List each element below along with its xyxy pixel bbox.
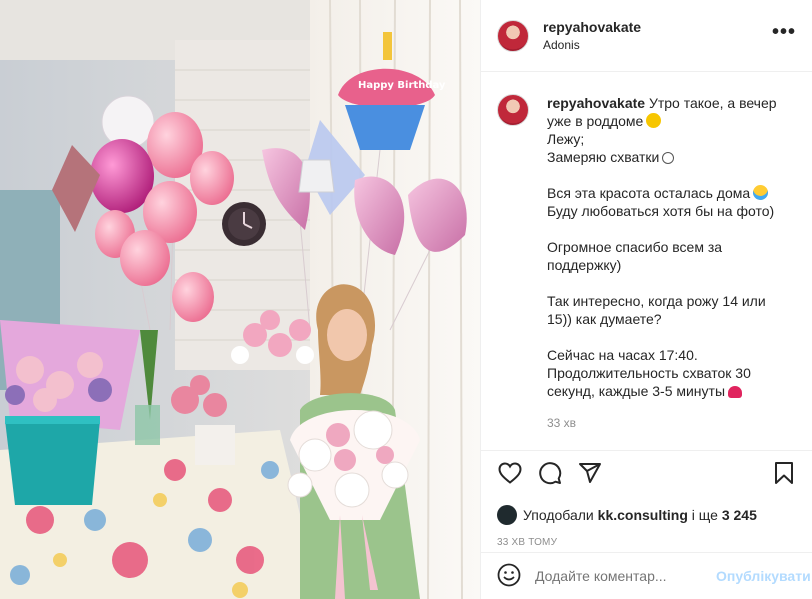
caption-text: Вся эта красота осталась дома	[547, 185, 751, 201]
caption-line: Так интересно, когда рожу 14 или	[547, 293, 766, 309]
caption-timestamp[interactable]: 33 хв	[547, 414, 796, 432]
author-info: repyahovakate Adonis	[543, 18, 641, 54]
caption-block: repyahovakate Утро такое, а вечер уже в …	[481, 72, 812, 449]
caption-line: Продолжительность схваток 30	[547, 365, 751, 381]
caption-line: Буду любоваться хотя бы на фото)	[547, 203, 775, 219]
winking-face-icon	[646, 113, 662, 128]
author-username[interactable]: repyahovakate	[543, 18, 641, 36]
action-bar: Уподобали kk.consulting і ще 3 245 33 ХВ…	[481, 450, 812, 548]
heart-emoji-icon	[728, 386, 743, 398]
liker-avatar[interactable]	[497, 505, 517, 525]
post-sidebar: repyahovakate Adonis ••• repyahovakate У…	[480, 0, 812, 599]
caption-line: Лежу;	[547, 131, 585, 147]
comment-input[interactable]	[535, 568, 716, 584]
likes-prefix: Уподобали	[523, 507, 594, 523]
posted-ago[interactable]: 33 ХВ ТОМУ	[497, 537, 797, 548]
photo-illustration: Happy Birthday	[0, 0, 480, 599]
caption-line: 15)) как думаете?	[547, 311, 662, 327]
author-avatar[interactable]	[497, 19, 529, 52]
caption-text: Замеряю схватки	[547, 149, 660, 165]
caption-line: секунд, каждые 3-5 минуты	[547, 382, 796, 400]
caption-line	[547, 220, 796, 238]
balloon-text: Happy Birthday	[358, 80, 446, 91]
post-modal: Happy Birthday repyahovakate Adonis ••• …	[0, 0, 812, 599]
post-photo[interactable]: Happy Birthday	[0, 0, 480, 599]
caption-line: Вся эта красота осталась дома	[547, 184, 796, 202]
caption-line: Замеряю схватки	[547, 148, 796, 166]
publish-button[interactable]: Опублікувати	[716, 568, 811, 584]
smiley-icon[interactable]	[497, 563, 521, 590]
likes-count[interactable]: 3 245	[722, 507, 757, 523]
more-horizontal-icon[interactable]: •••	[772, 22, 796, 45]
comment-bar: Опублікувати	[481, 552, 812, 599]
likes-middle: і ще	[691, 507, 718, 523]
caption-line	[547, 328, 796, 346]
action-icons	[497, 461, 797, 485]
post-location[interactable]: Adonis	[543, 36, 641, 54]
caption-line: repyahovakate Утро такое, а вечер	[547, 94, 796, 112]
caption-author[interactable]: repyahovakate	[547, 95, 645, 111]
caption-line: Сейчас на часах 17:40.	[547, 347, 698, 363]
caption-text: уже в роддоме	[547, 113, 644, 129]
caption-text: секунд, каждые 3-5 минуты	[547, 383, 726, 399]
likes-summary: Уподобали kk.consulting і ще 3 245	[497, 505, 797, 525]
heart-icon[interactable]	[497, 460, 523, 486]
post-header: repyahovakate Adonis •••	[481, 0, 812, 72]
caption-line: уже в роддоме	[547, 112, 796, 130]
crying-face-icon	[753, 185, 769, 200]
smiling-face-icon	[662, 152, 675, 164]
caption-body: repyahovakate Утро такое, а вечер уже в …	[547, 94, 796, 449]
caption-line: поддержку)	[547, 257, 622, 273]
comment-icon[interactable]	[537, 460, 563, 486]
caption-text: Утро такое, а вечер	[648, 95, 777, 111]
liker-username[interactable]: kk.consulting	[598, 507, 688, 523]
bookmark-icon[interactable]	[771, 460, 797, 486]
caption-line: Огромное спасибо всем за	[547, 239, 723, 255]
caption-author-avatar[interactable]	[497, 94, 529, 126]
share-icon[interactable]	[577, 460, 603, 486]
caption-line	[547, 274, 796, 292]
caption-line	[547, 166, 796, 184]
